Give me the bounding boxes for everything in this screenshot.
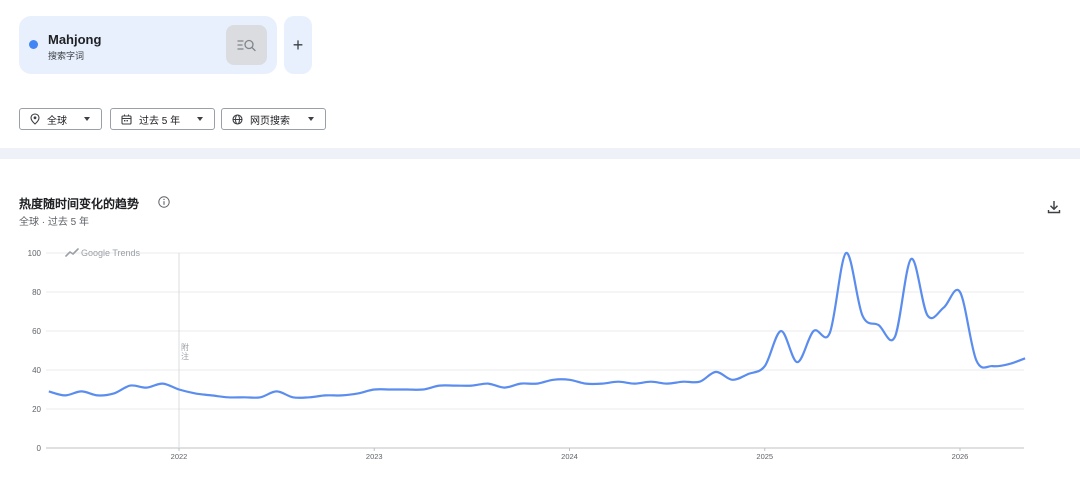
y-tick-label: 0 <box>37 444 42 453</box>
y-tick-label: 40 <box>32 366 41 375</box>
series-line-mahjong <box>48 251 1026 399</box>
x-tick-label: 2022 <box>171 452 188 461</box>
y-tick-label: 80 <box>32 288 41 297</box>
y-tick-label: 100 <box>28 249 42 258</box>
x-tick-label: 2025 <box>756 452 773 461</box>
y-tick-label: 20 <box>32 405 41 414</box>
trend-chart: 附注 Google Trends 0 20 40 60 80 100 2022 2023 202… <box>28 248 1026 461</box>
x-tick-label: 2024 <box>561 452 578 461</box>
y-tick-label: 60 <box>32 327 41 336</box>
watermark-text: Google Trends <box>81 248 141 258</box>
x-tick-label: 2023 <box>366 452 383 461</box>
annotation-label: 附 <box>181 342 189 352</box>
annotation-label: 注 <box>181 351 189 361</box>
x-tick-label: 2026 <box>952 452 969 461</box>
